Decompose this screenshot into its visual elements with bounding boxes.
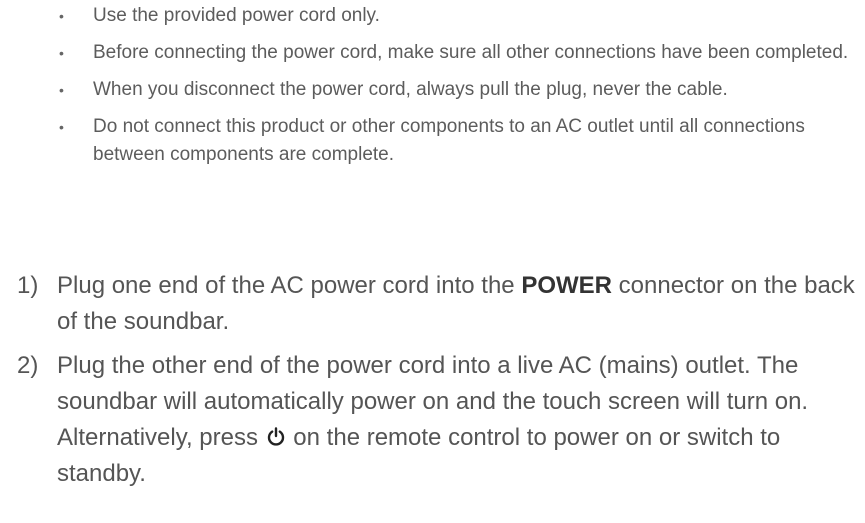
bullet-marker: •: [59, 119, 64, 135]
bullet-marker: •: [59, 82, 64, 98]
note-text: Do not connect this product or other com…: [93, 116, 805, 165]
note-item: • Before connecting the power cord, make…: [59, 39, 859, 67]
step-item-2: 2) Plug the other end of the power cord …: [17, 348, 862, 492]
manual-page: • Use the provided power cord only. • Be…: [0, 0, 865, 523]
setup-steps-list: 1) Plug one end of the AC power cord int…: [17, 268, 862, 500]
step-number: 1): [17, 272, 39, 299]
note-text: When you disconnect the power cord, alwa…: [93, 79, 728, 100]
note-text: Use the provided power cord only.: [93, 5, 380, 26]
bullet-marker: •: [59, 8, 64, 24]
note-item: • Use the provided power cord only.: [59, 2, 859, 30]
step-number: 2): [17, 352, 39, 379]
power-cord-notes-list: • Use the provided power cord only. • Be…: [59, 2, 859, 178]
step-item-1: 1) Plug one end of the AC power cord int…: [17, 268, 862, 340]
note-item: • Do not connect this product or other c…: [59, 113, 859, 169]
note-text: Before connecting the power cord, make s…: [93, 42, 849, 63]
step-text-before: Plug one end of the AC power cord into t…: [57, 272, 522, 299]
bullet-marker: •: [59, 45, 64, 61]
power-icon: [267, 427, 284, 446]
note-item: • When you disconnect the power cord, al…: [59, 76, 859, 104]
power-connector-label: POWER: [521, 272, 612, 299]
